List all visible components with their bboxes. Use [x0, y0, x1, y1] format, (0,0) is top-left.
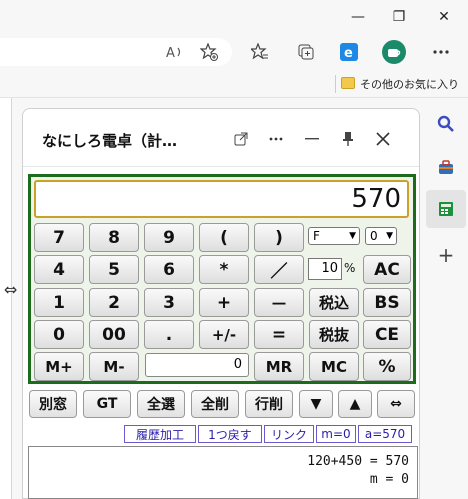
restore-window-button[interactable]: ❐ — [384, 6, 414, 28]
key-00[interactable]: 00 — [89, 320, 139, 349]
digits-select-value: 0 — [370, 229, 378, 243]
delete-all-button[interactable]: 全削 — [191, 390, 239, 418]
memory-value-field: 0 — [145, 353, 249, 377]
key-memory-plus[interactable]: M+ — [34, 352, 84, 381]
scroll-down-button[interactable]: ▼ — [299, 390, 333, 418]
rounding-select-value: F — [313, 229, 320, 243]
key-open-paren[interactable]: ( — [199, 223, 249, 252]
favorites-separator — [335, 75, 336, 93]
history-line: 120+450 = 570 — [307, 454, 409, 469]
key-divide[interactable]: ／ — [254, 255, 304, 284]
key-plus[interactable]: + — [199, 288, 249, 317]
rounding-select[interactable]: F ▼ — [308, 227, 360, 245]
tools-icon[interactable] — [433, 154, 459, 180]
key-tax-included[interactable]: 税込 — [309, 288, 359, 317]
history-line: m = 0 — [369, 472, 409, 487]
link-link[interactable]: リンク — [264, 425, 314, 443]
history-edit-link[interactable]: 履歴加工 — [124, 425, 196, 443]
delete-line-button[interactable]: 行削 — [245, 390, 293, 418]
add-sidebar-app-icon[interactable]: + — [433, 242, 459, 268]
key-memory-minus[interactable]: M- — [89, 352, 139, 381]
separate-window-button[interactable]: 別窓 — [29, 390, 77, 418]
key-multiply[interactable]: * — [199, 255, 249, 284]
undo-link[interactable]: 1つ戻す — [198, 425, 262, 443]
key-0[interactable]: 0 — [34, 320, 84, 349]
close-icon[interactable] — [371, 128, 395, 150]
chevron-down-icon: ▼ — [349, 231, 356, 241]
key-4[interactable]: 4 — [34, 255, 84, 284]
key-3[interactable]: 3 — [144, 288, 194, 317]
history-textarea[interactable]: 120+450 = 570 m = 0 — [28, 446, 418, 499]
select-all-button[interactable]: 全選 — [137, 390, 185, 418]
key-percent[interactable]: % — [363, 352, 411, 381]
panel-title: なにしろ電卓（計… — [42, 132, 178, 150]
read-aloud-icon[interactable]: A — [162, 40, 188, 64]
key-2[interactable]: 2 — [89, 288, 139, 317]
key-sign-toggle[interactable]: +/- — [199, 320, 249, 349]
key-6[interactable]: 6 — [144, 255, 194, 284]
open-in-new-window-icon[interactable] — [229, 128, 253, 150]
close-window-button[interactable]: ✕ — [429, 6, 459, 28]
minimize-icon[interactable] — [300, 128, 324, 150]
minimize-window-button[interactable]: — — [343, 6, 373, 28]
key-8[interactable]: 8 — [89, 223, 139, 252]
key-memory-recall[interactable]: MR — [254, 352, 304, 381]
resize-handle-icon[interactable]: ⇔ — [4, 280, 17, 299]
ie-mode-icon[interactable]: e — [336, 40, 362, 64]
key-tax-excluded[interactable]: 税抜 — [309, 320, 359, 349]
key-5[interactable]: 5 — [89, 255, 139, 284]
pin-icon[interactable] — [336, 128, 360, 150]
svg-text:e: e — [344, 46, 353, 61]
search-icon[interactable] — [433, 111, 459, 137]
key-decimal[interactable]: . — [144, 320, 194, 349]
panel-header-divider — [23, 166, 419, 167]
collections-icon[interactable] — [293, 40, 319, 64]
other-favorites-link[interactable]: その他のお気に入り — [360, 76, 459, 92]
scroll-up-button[interactable]: ▲ — [338, 390, 372, 418]
memory-status-link[interactable]: m=0 — [316, 425, 356, 443]
add-favorite-icon[interactable] — [196, 40, 222, 64]
key-backspace[interactable]: BS — [363, 288, 411, 317]
key-9[interactable]: 9 — [144, 223, 194, 252]
favorites-icon[interactable] — [247, 40, 273, 64]
key-memory-clear[interactable]: MC — [309, 352, 359, 381]
key-equals[interactable]: = — [254, 320, 304, 349]
key-close-paren[interactable]: ) — [254, 223, 304, 252]
tax-rate-unit: % — [344, 261, 356, 275]
profile-avatar[interactable] — [381, 39, 407, 65]
folder-icon[interactable] — [341, 77, 355, 89]
svg-text:A: A — [166, 46, 175, 60]
key-minus[interactable]: － — [254, 288, 304, 317]
answer-status-link[interactable]: a=570 — [358, 425, 412, 443]
key-1[interactable]: 1 — [34, 288, 84, 317]
key-7[interactable]: 7 — [34, 223, 84, 252]
key-all-clear[interactable]: AC — [363, 255, 411, 284]
chevron-down-icon: ▼ — [386, 231, 393, 241]
tax-rate-input[interactable]: 10 — [308, 258, 342, 280]
settings-more-icon[interactable] — [428, 40, 454, 64]
calculator-app-icon[interactable] — [433, 196, 459, 222]
calculator-display[interactable]: 570 — [34, 180, 409, 218]
more-options-icon[interactable] — [264, 128, 288, 150]
grand-total-button[interactable]: GT — [83, 390, 131, 418]
key-clear-entry[interactable]: CE — [363, 320, 411, 349]
swap-width-button[interactable]: ⇔ — [377, 390, 415, 418]
digits-select[interactable]: 0 ▼ — [365, 227, 397, 245]
